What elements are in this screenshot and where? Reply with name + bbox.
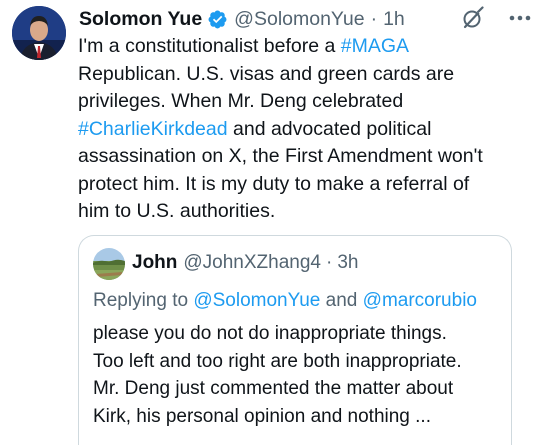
quoted-text-line: Kirk, his personal opinion and nothing .…: [93, 405, 431, 427]
text-segment: assassination on X, the First Amendment …: [78, 145, 483, 167]
replying-and-label: and: [320, 290, 363, 311]
tweet-header: Solomon Yue @SolomonYue · 1h: [79, 6, 537, 32]
quoted-text-line: Too left and too right are both inapprop…: [93, 350, 462, 372]
quoted-author-display-name[interactable]: John: [132, 251, 177, 275]
verified-badge-icon: [207, 9, 228, 30]
hashtag-link[interactable]: #CharlieKirkdead: [78, 118, 228, 140]
text-segment: protect him. It is my duty to make a ref…: [78, 172, 470, 195]
mention-link-solomonyue[interactable]: @SolomonYue: [193, 290, 320, 311]
author-display-name[interactable]: Solomon Yue: [79, 8, 202, 31]
quoted-tweet-header: John @JohnXZhang4 · 3h: [132, 251, 358, 275]
tweet-text-line: I'm a constitutionalist before a #MAGA: [78, 33, 538, 61]
replying-to-line: Replying to @SolomonYue and @marcorubio: [93, 288, 477, 314]
quoted-text-line: please you do not do inappropriate thing…: [93, 323, 447, 344]
quoted-tweet[interactable]: John @JohnXZhang4 · 3h Replying to @Solo…: [78, 235, 512, 445]
grok-icon[interactable]: [461, 6, 485, 30]
tweet-text-line: Republican. U.S. visas and green cards a…: [78, 61, 538, 89]
text-segment: and advocated political: [227, 117, 432, 140]
mention-link-marcorubio[interactable]: @marcorubio: [363, 290, 477, 311]
text-segment: him to U.S. authorities.: [78, 200, 276, 222]
hashtag-link[interactable]: #MAGA: [341, 35, 409, 57]
tweet-text-line: privileges. When Mr. Deng celebrated: [78, 88, 538, 116]
text-segment: Republican. U.S. visas and green cards a…: [78, 62, 455, 85]
author-avatar[interactable]: [12, 6, 66, 60]
tweet-text-line: protect him. It is my duty to make a ref…: [78, 171, 538, 199]
quoted-author-avatar[interactable]: [93, 248, 125, 280]
quoted-tweet-text: please you do not do inappropriate thing…: [93, 320, 503, 430]
author-handle[interactable]: @SolomonYue: [234, 8, 364, 31]
text-segment: privileges. When Mr. Deng celebrated: [78, 90, 404, 112]
quoted-author-handle[interactable]: @JohnXZhang4: [183, 251, 321, 275]
tweet-text: I'm a constitutionalist before a #MAGA R…: [78, 33, 538, 226]
more-options-icon[interactable]: [507, 7, 533, 29]
tweet-text-line: him to U.S. authorities.: [78, 198, 538, 226]
quoted-text-line: Mr. Deng just commented the matter about: [93, 378, 454, 399]
tweet-timestamp[interactable]: 1h: [383, 8, 405, 31]
quoted-header-separator: ·: [326, 252, 333, 273]
header-separator: ·: [370, 7, 378, 30]
tweet-text-line: assassination on X, the First Amendment …: [78, 143, 538, 171]
text-segment: I'm a constitutionalist before a: [78, 35, 341, 57]
quoted-tweet-timestamp[interactable]: 3h: [337, 251, 358, 275]
tweet-text-line: #CharlieKirkdead and advocated political: [78, 116, 538, 144]
replying-to-label: Replying to: [93, 290, 194, 311]
